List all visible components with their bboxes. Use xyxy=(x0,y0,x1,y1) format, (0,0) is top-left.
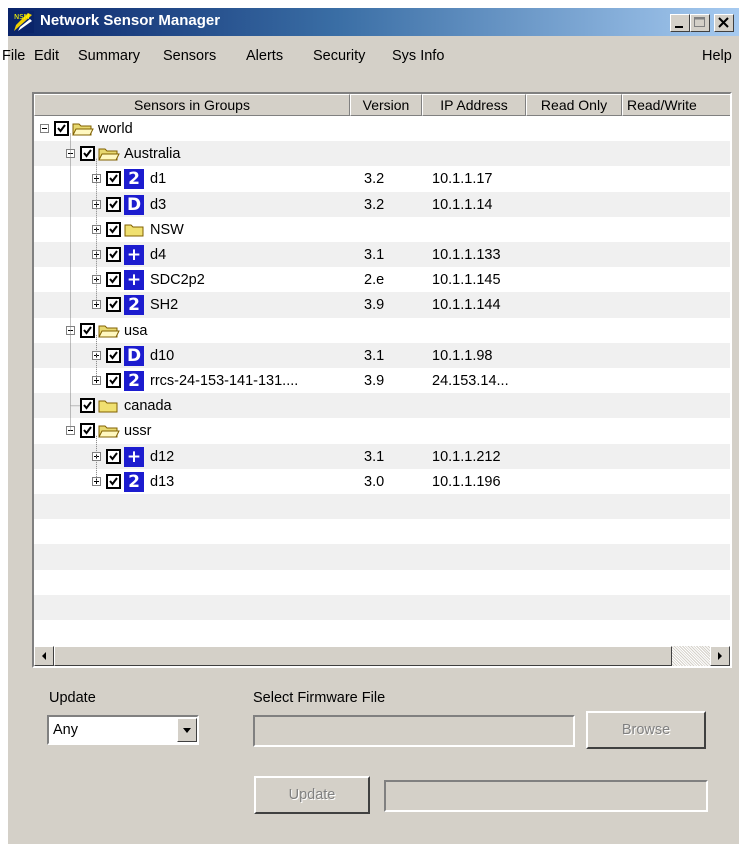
tree-connector-lines xyxy=(70,133,97,482)
table-row-background xyxy=(34,544,730,570)
column-header-read-only[interactable]: Read Only xyxy=(526,94,622,116)
column-header-ip-address[interactable]: IP Address xyxy=(422,94,526,116)
arrow-right-icon xyxy=(718,652,722,660)
row-version: 3.1 xyxy=(364,247,385,263)
table-row-background xyxy=(34,594,730,620)
update-status-field xyxy=(384,780,708,812)
menu-alerts[interactable]: Alerts xyxy=(246,48,283,64)
table-row-background xyxy=(34,620,730,645)
row-version: 3.9 xyxy=(364,297,385,314)
menu-bar: File Edit Summary Sensors Alerts Securit… xyxy=(2,48,739,70)
minimize-icon xyxy=(675,26,683,28)
browse-button[interactable]: Browse xyxy=(586,711,706,749)
scroll-right-button[interactable] xyxy=(710,646,730,666)
update-select-value: Any xyxy=(53,722,78,738)
table-row-background xyxy=(34,494,730,520)
row-ip-address: 10.1.1.133 xyxy=(432,247,501,263)
maximize-button[interactable] xyxy=(690,14,710,32)
scrollbar-thumb[interactable] xyxy=(54,646,672,666)
row-version: 3.2 xyxy=(364,171,385,188)
menu-summary[interactable]: Summary xyxy=(78,48,140,64)
sensor-list-view[interactable]: Sensors in Groups Version IP Address Rea… xyxy=(32,92,732,668)
row-ip-address: 10.1.1.14 xyxy=(432,196,493,213)
update-dropdown-button[interactable] xyxy=(177,718,197,742)
menu-help[interactable]: Help xyxy=(702,48,732,64)
title-bar[interactable]: NSM Network Sensor Manager xyxy=(8,8,739,36)
firmware-file-input[interactable] xyxy=(253,715,575,747)
row-ip-address: 10.1.1.196 xyxy=(432,473,501,490)
update-button[interactable]: Update xyxy=(254,776,370,814)
update-button-label: Update xyxy=(288,787,336,803)
maximize-icon xyxy=(694,17,705,27)
column-header-read-write[interactable]: Read/Write xyxy=(622,94,730,116)
menu-sensors[interactable]: Sensors xyxy=(163,48,216,64)
app-window: NSM Network Sensor Manager File Edit Sum… xyxy=(2,7,739,844)
scroll-left-button[interactable] xyxy=(34,646,54,666)
update-select[interactable]: Any xyxy=(47,715,199,745)
browse-button-label: Browse xyxy=(621,722,671,738)
row-version: 3.0 xyxy=(364,473,385,490)
row-version: 3.1 xyxy=(364,347,385,364)
column-header-sensors-in-groups[interactable]: Sensors in Groups xyxy=(34,94,350,116)
column-header-version[interactable]: Version xyxy=(350,94,422,116)
scrollbar-track[interactable] xyxy=(672,646,710,666)
row-version: 3.1 xyxy=(364,448,385,465)
table-row-background xyxy=(34,519,730,544)
row-ip-address: 10.1.1.144 xyxy=(432,297,501,314)
update-label: Update xyxy=(49,690,96,706)
menu-security[interactable]: Security xyxy=(313,48,365,64)
arrow-left-icon xyxy=(42,652,46,660)
row-ip-address: 10.1.1.98 xyxy=(432,347,493,364)
close-button[interactable] xyxy=(714,14,734,32)
row-version: 2.e xyxy=(364,272,385,289)
chevron-down-icon xyxy=(183,728,191,733)
menu-sys-info[interactable]: Sys Info xyxy=(392,48,444,64)
menu-edit[interactable]: Edit xyxy=(34,48,59,64)
row-ip-address: 10.1.1.212 xyxy=(432,448,501,465)
window-title: Network Sensor Manager xyxy=(40,12,221,29)
row-version: 3.2 xyxy=(364,196,385,213)
row-ip-address: 24.153.14... xyxy=(432,373,509,389)
horizontal-scrollbar[interactable] xyxy=(34,646,730,666)
row-ip-address: 10.1.1.145 xyxy=(432,272,501,289)
row-ip-address: 10.1.1.17 xyxy=(432,171,493,188)
table-row-background xyxy=(34,570,730,595)
list-header: Sensors in Groups Version IP Address Rea… xyxy=(34,94,730,116)
minimize-button[interactable] xyxy=(670,14,690,32)
app-logo-icon: NSM xyxy=(12,11,34,33)
close-icon xyxy=(718,17,729,28)
firmware-file-label: Select Firmware File xyxy=(253,690,386,706)
menu-file[interactable]: File xyxy=(2,48,25,64)
app-logo-text: NSM xyxy=(14,13,30,21)
row-version: 3.9 xyxy=(364,373,385,389)
